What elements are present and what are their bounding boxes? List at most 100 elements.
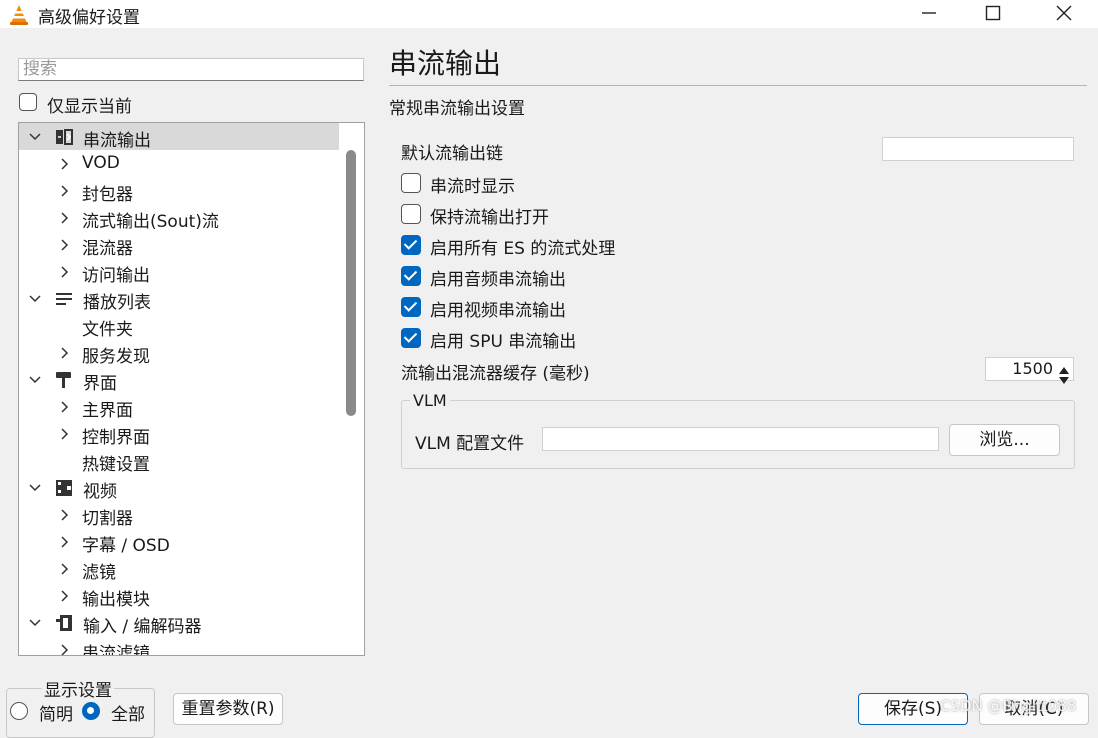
reset-preferences-button[interactable]: 重置参数(R) bbox=[173, 693, 283, 725]
default-chain-input[interactable] bbox=[882, 137, 1074, 161]
browse-button[interactable]: 浏览... bbox=[949, 424, 1060, 456]
option-checkbox[interactable] bbox=[401, 173, 421, 193]
vlm-config-label: VLM 配置文件 bbox=[415, 434, 525, 454]
option-label: 启用 SPU 串流输出 bbox=[430, 332, 577, 352]
chevron-right-icon[interactable] bbox=[55, 582, 75, 609]
option-label: 串流时显示 bbox=[430, 177, 515, 197]
option-row[interactable]: 启用所有 ES 的流式处理 bbox=[401, 234, 701, 259]
tree-item-label: 文件夹 bbox=[82, 320, 133, 340]
chevron-down-icon[interactable] bbox=[25, 474, 45, 501]
option-row[interactable]: 启用音频串流输出 bbox=[401, 265, 701, 290]
display-simple-label: 简明 bbox=[39, 705, 73, 725]
section-subtitle: 常规串流输出设置 bbox=[389, 99, 525, 119]
option-row[interactable]: 串流时显示 bbox=[401, 172, 701, 197]
chevron-right-icon[interactable] bbox=[55, 528, 75, 555]
mux-cache-value: 1500 bbox=[1012, 359, 1053, 378]
tree-item[interactable]: 流式输出(Sout)流 bbox=[19, 204, 339, 232]
tree-item[interactable]: 服务发现 bbox=[19, 339, 339, 367]
option-checkbox[interactable] bbox=[401, 204, 421, 224]
tree-item[interactable]: 封包器 bbox=[19, 177, 339, 205]
tree-item[interactable]: 切割器 bbox=[19, 501, 339, 529]
tree-item[interactable]: VOD bbox=[19, 150, 339, 177]
show-current-only-toggle[interactable]: 仅显示当前 bbox=[18, 92, 218, 117]
tree-item-label: 主界面 bbox=[82, 401, 133, 421]
chevron-right-icon[interactable] bbox=[55, 393, 75, 420]
tree-item[interactable]: 视频 bbox=[19, 474, 339, 502]
close-button[interactable] bbox=[1040, 0, 1088, 26]
show-current-only-label: 仅显示当前 bbox=[47, 97, 132, 117]
tree-item[interactable]: 访问输出 bbox=[19, 258, 339, 286]
spin-up-button[interactable] bbox=[1058, 360, 1070, 374]
stream-output-icon bbox=[56, 129, 73, 145]
chevron-right-icon[interactable] bbox=[55, 555, 75, 582]
tree-item-label: VOD bbox=[82, 153, 120, 173]
option-checkbox[interactable] bbox=[401, 235, 421, 255]
tree-item[interactable]: 串流输出 bbox=[19, 123, 339, 151]
tree-item[interactable]: 主界面 bbox=[19, 393, 339, 421]
category-tree[interactable]: 串流输出 VOD 封包器 流式输出(Sout)流混流器 访问输出播放列表文件夹 服务发现界… bbox=[18, 122, 365, 656]
display-all-label: 全部 bbox=[111, 705, 145, 725]
option-checkbox[interactable] bbox=[401, 328, 421, 348]
tree-item-label: 播放列表 bbox=[83, 293, 151, 313]
video-icon bbox=[56, 480, 72, 496]
display-all-radio[interactable] bbox=[82, 702, 100, 720]
maximize-button[interactable] bbox=[969, 0, 1017, 26]
tree-item[interactable]: 文件夹 bbox=[19, 312, 339, 340]
tree-item[interactable]: 输出模块 bbox=[19, 582, 339, 610]
tree-item[interactable]: 混流器 bbox=[19, 231, 339, 259]
spin-down-button[interactable] bbox=[1058, 370, 1070, 384]
option-row[interactable]: 保持流输出打开 bbox=[401, 203, 701, 228]
show-current-only-checkbox[interactable] bbox=[19, 93, 37, 111]
tree-item-label: 字幕 / OSD bbox=[82, 536, 170, 556]
option-label: 启用视频串流输出 bbox=[430, 301, 566, 321]
chevron-down-icon[interactable] bbox=[25, 123, 45, 150]
mux-cache-label: 流输出混流器缓存 (毫秒) bbox=[401, 364, 590, 384]
chevron-down-icon[interactable] bbox=[25, 609, 45, 636]
tree-item[interactable]: 控制界面 bbox=[19, 420, 339, 448]
paint-roller-icon bbox=[56, 372, 71, 388]
page-title: 串流输出 bbox=[389, 47, 502, 80]
tree-item-label: 界面 bbox=[83, 374, 117, 394]
chevron-right-icon[interactable] bbox=[55, 636, 75, 655]
tree-item[interactable]: 界面 bbox=[19, 366, 339, 394]
input-codec-icon bbox=[56, 615, 72, 631]
vlm-group-title: VLM bbox=[410, 391, 450, 410]
tree-item-label: 滤镜 bbox=[82, 563, 116, 583]
option-checkbox[interactable] bbox=[401, 297, 421, 317]
option-label: 启用音频串流输出 bbox=[430, 270, 566, 290]
mux-cache-spinbox[interactable]: 1500 bbox=[985, 357, 1074, 384]
chevron-right-icon[interactable] bbox=[55, 420, 75, 447]
tree-item[interactable]: 串流滤镜 bbox=[19, 636, 339, 655]
tree-item[interactable]: 热键设置 bbox=[19, 447, 339, 475]
tree-scrollbar-thumb[interactable] bbox=[346, 150, 356, 416]
tree-item-label: 控制界面 bbox=[82, 428, 150, 448]
chevron-right-icon[interactable] bbox=[55, 204, 75, 231]
tree-item-label: 输入 / 编解码器 bbox=[83, 617, 202, 637]
tree-item[interactable]: 播放列表 bbox=[19, 285, 339, 313]
option-checkbox[interactable] bbox=[401, 266, 421, 286]
option-label: 启用所有 ES 的流式处理 bbox=[430, 239, 616, 259]
search-input[interactable]: 搜索 bbox=[18, 58, 364, 81]
tree-item[interactable]: 滤镜 bbox=[19, 555, 339, 583]
tree-item-label: 混流器 bbox=[82, 239, 133, 259]
display-simple-radio[interactable] bbox=[10, 702, 28, 720]
chevron-right-icon[interactable] bbox=[55, 339, 75, 366]
chevron-right-icon[interactable] bbox=[55, 501, 75, 528]
option-row[interactable]: 启用 SPU 串流输出 bbox=[401, 327, 701, 352]
minimize-button[interactable] bbox=[905, 0, 953, 26]
chevron-right-icon[interactable] bbox=[55, 231, 75, 258]
tree-item-label: 串流输出 bbox=[83, 131, 151, 151]
window-title: 高级偏好设置 bbox=[38, 8, 140, 28]
chevron-right-icon[interactable] bbox=[55, 258, 75, 285]
tree-item[interactable]: 输入 / 编解码器 bbox=[19, 609, 339, 637]
chevron-down-icon[interactable] bbox=[25, 366, 45, 393]
tree-item-label: 输出模块 bbox=[82, 590, 150, 610]
spin-down-icon bbox=[1059, 377, 1069, 384]
option-row[interactable]: 启用视频串流输出 bbox=[401, 296, 701, 321]
chevron-right-icon[interactable] bbox=[55, 177, 75, 204]
tree-item-label: 封包器 bbox=[82, 185, 133, 205]
vlm-config-input[interactable] bbox=[542, 427, 939, 451]
tree-item[interactable]: 字幕 / OSD bbox=[19, 528, 339, 556]
chevron-right-icon[interactable] bbox=[55, 150, 75, 177]
chevron-down-icon[interactable] bbox=[25, 285, 45, 312]
